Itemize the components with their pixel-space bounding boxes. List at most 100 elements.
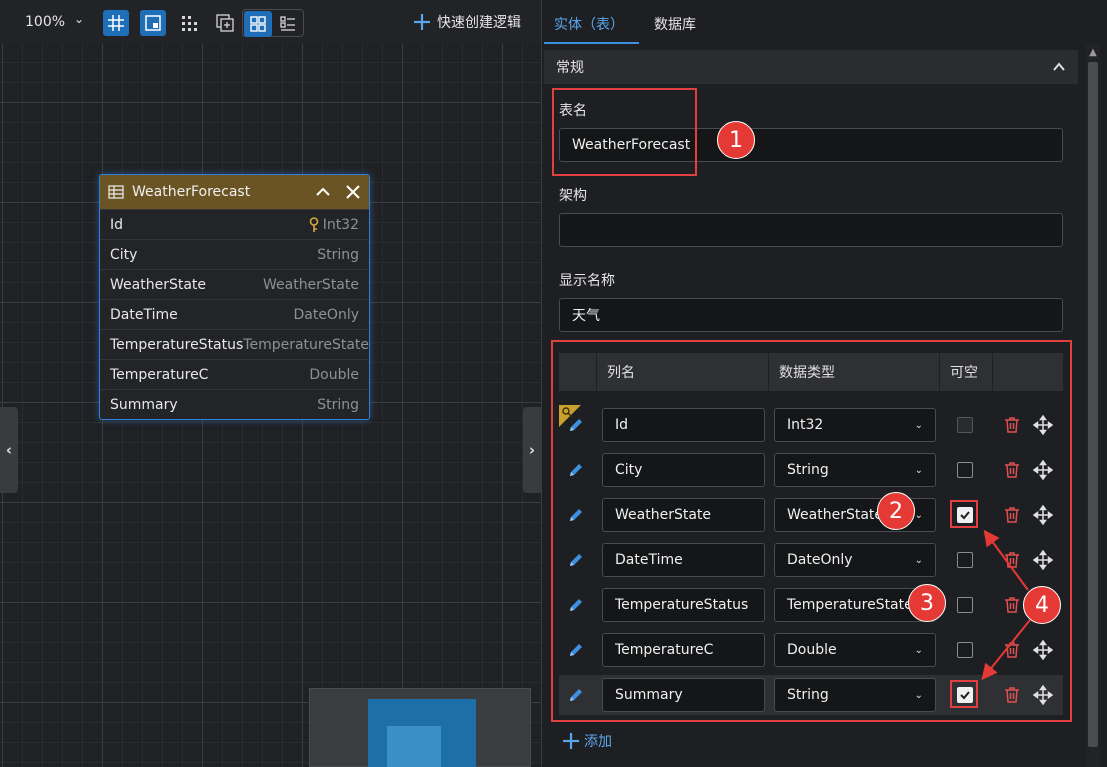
nullable-checkbox[interactable]: [957, 417, 973, 433]
entity-field-type: String: [317, 397, 359, 413]
entity-field-name: DateTime: [110, 306, 178, 323]
entity-card-header[interactable]: WeatherForecast: [100, 175, 369, 209]
tab-database[interactable]: 数据库: [654, 14, 696, 34]
card-view-button[interactable]: [244, 11, 272, 37]
delete-column-button[interactable]: [1003, 596, 1021, 618]
scroll-thumb[interactable]: [1088, 62, 1098, 747]
scroll-up-icon[interactable]: ▲: [1086, 44, 1100, 62]
chevron-down-icon: ⌄: [914, 509, 923, 521]
entity-field-type: Double: [309, 367, 359, 383]
edit-column-button[interactable]: [567, 551, 585, 573]
column-row[interactable]: DateTime DateOnly ⌄: [559, 540, 1063, 580]
data-type-value: String: [787, 687, 829, 703]
data-type-select[interactable]: Int32 ⌄: [774, 408, 936, 442]
column-name-input[interactable]: TemperatureC: [602, 633, 765, 667]
edit-column-button[interactable]: [567, 416, 585, 438]
entity-field-row[interactable]: TemperatureC Double: [100, 359, 369, 389]
entity-field-row[interactable]: DateTime DateOnly: [100, 299, 369, 329]
column-name-input[interactable]: WeatherState: [602, 498, 765, 532]
column-row[interactable]: WeatherState WeatherState ⌄: [559, 495, 1063, 535]
column-name-input[interactable]: City: [602, 453, 765, 487]
tab-entity[interactable]: 实体（表）: [554, 14, 624, 34]
add-column-button[interactable]: 添加: [562, 731, 612, 751]
dots-grid-icon: [182, 16, 197, 31]
add-node-button[interactable]: [212, 10, 238, 36]
header-data-type: 数据类型: [769, 353, 940, 391]
entity-field-name: TemperatureC: [110, 366, 209, 383]
delete-column-button[interactable]: [1003, 641, 1021, 663]
edit-column-button[interactable]: [567, 686, 585, 708]
nullable-checkbox[interactable]: [957, 597, 973, 613]
expand-right-button[interactable]: ›: [523, 407, 541, 493]
data-type-select[interactable]: String ⌄: [774, 453, 936, 487]
minimap[interactable]: [309, 688, 531, 767]
drag-handle[interactable]: [1032, 459, 1054, 484]
column-name-input[interactable]: DateTime: [602, 543, 765, 577]
edit-pencil-icon: [570, 419, 582, 431]
delete-column-button[interactable]: [1003, 416, 1021, 438]
align-button[interactable]: [176, 10, 202, 36]
column-row[interactable]: TemperatureC Double ⌄: [559, 630, 1063, 670]
nullable-checkbox[interactable]: [957, 462, 973, 478]
diagram-canvas[interactable]: 100% ⌄ 快速创建逻辑 WeatherForecast Id Int32 C…: [0, 0, 541, 767]
column-row[interactable]: Id Int32 ⌄: [559, 405, 1063, 445]
column-row[interactable]: TemperatureStatusTemperatureState⌄: [559, 585, 1063, 625]
data-type-select[interactable]: String ⌄: [774, 678, 936, 712]
edit-column-button[interactable]: [567, 506, 585, 528]
edit-column-button[interactable]: [567, 461, 585, 483]
column-row[interactable]: City String ⌄: [559, 450, 1063, 490]
column-name-input[interactable]: TemperatureStatus: [602, 588, 765, 622]
entity-field-row[interactable]: TemperatureStatus TemperatureState: [100, 329, 369, 359]
zoom-level[interactable]: 100%: [25, 14, 65, 30]
drag-handle[interactable]: [1032, 504, 1054, 529]
entity-card[interactable]: WeatherForecast Id Int32 City String Weather…: [99, 174, 370, 420]
drag-handle[interactable]: [1032, 684, 1054, 709]
column-name-input[interactable]: Summary: [602, 678, 765, 712]
entity-field-row[interactable]: Summary String: [100, 389, 369, 419]
entity-field-row[interactable]: City String: [100, 239, 369, 269]
snap-toggle-button[interactable]: [140, 10, 166, 36]
columns-grid-header: 列名 数据类型 可空: [559, 353, 1063, 391]
collapse-icon[interactable]: [315, 184, 331, 200]
schema-input[interactable]: [559, 213, 1063, 247]
list-view-button[interactable]: [274, 11, 302, 37]
active-tab-indicator: [544, 42, 639, 44]
drag-handle[interactable]: [1032, 639, 1054, 664]
edit-column-button[interactable]: [567, 641, 585, 663]
delete-column-button[interactable]: [1003, 686, 1021, 708]
entity-field-type: String: [317, 247, 359, 263]
data-type-value: Double: [787, 642, 837, 658]
display-name-input[interactable]: 天气: [559, 298, 1063, 332]
chevron-up-icon: [1053, 62, 1065, 71]
data-type-value: String: [787, 462, 829, 478]
delete-column-button[interactable]: [1003, 506, 1021, 528]
nullable-checkbox[interactable]: [957, 642, 973, 658]
entity-field-list: Id Int32 City String WeatherState WeatherStat…: [100, 209, 369, 419]
nullable-checkbox[interactable]: [957, 552, 973, 568]
data-type-select[interactable]: DateOnly ⌄: [774, 543, 936, 577]
entity-field-row[interactable]: WeatherState WeatherState: [100, 269, 369, 299]
data-type-select[interactable]: Double ⌄: [774, 633, 936, 667]
entity-field-row[interactable]: Id Int32: [100, 209, 369, 239]
close-icon[interactable]: [345, 184, 361, 200]
edit-pencil-icon: [570, 464, 582, 476]
column-row[interactable]: Summary String ⌄: [559, 675, 1063, 715]
quick-create-label: 快速创建逻辑: [437, 15, 521, 31]
edit-column-button[interactable]: [567, 596, 585, 618]
panel-scrollbar[interactable]: ▲: [1086, 44, 1100, 767]
delete-column-button[interactable]: [1003, 551, 1021, 573]
delete-column-button[interactable]: [1003, 461, 1021, 483]
drag-handle[interactable]: [1032, 549, 1054, 574]
quick-create-logic-button[interactable]: 快速创建逻辑: [413, 12, 521, 32]
chevron-down-icon[interactable]: ⌄: [74, 12, 84, 26]
delete-icon: [1005, 417, 1019, 433]
chevron-down-icon: ⌄: [914, 554, 923, 566]
general-section-header[interactable]: 常规: [544, 50, 1078, 84]
drag-handle[interactable]: [1032, 414, 1054, 439]
header-actions: [993, 353, 1063, 391]
collapse-left-button[interactable]: ‹: [0, 407, 18, 493]
grid-toggle-button[interactable]: [103, 10, 129, 36]
move-icon: [1032, 684, 1054, 706]
column-name-input[interactable]: Id: [602, 408, 765, 442]
edit-pencil-icon: [570, 599, 582, 611]
